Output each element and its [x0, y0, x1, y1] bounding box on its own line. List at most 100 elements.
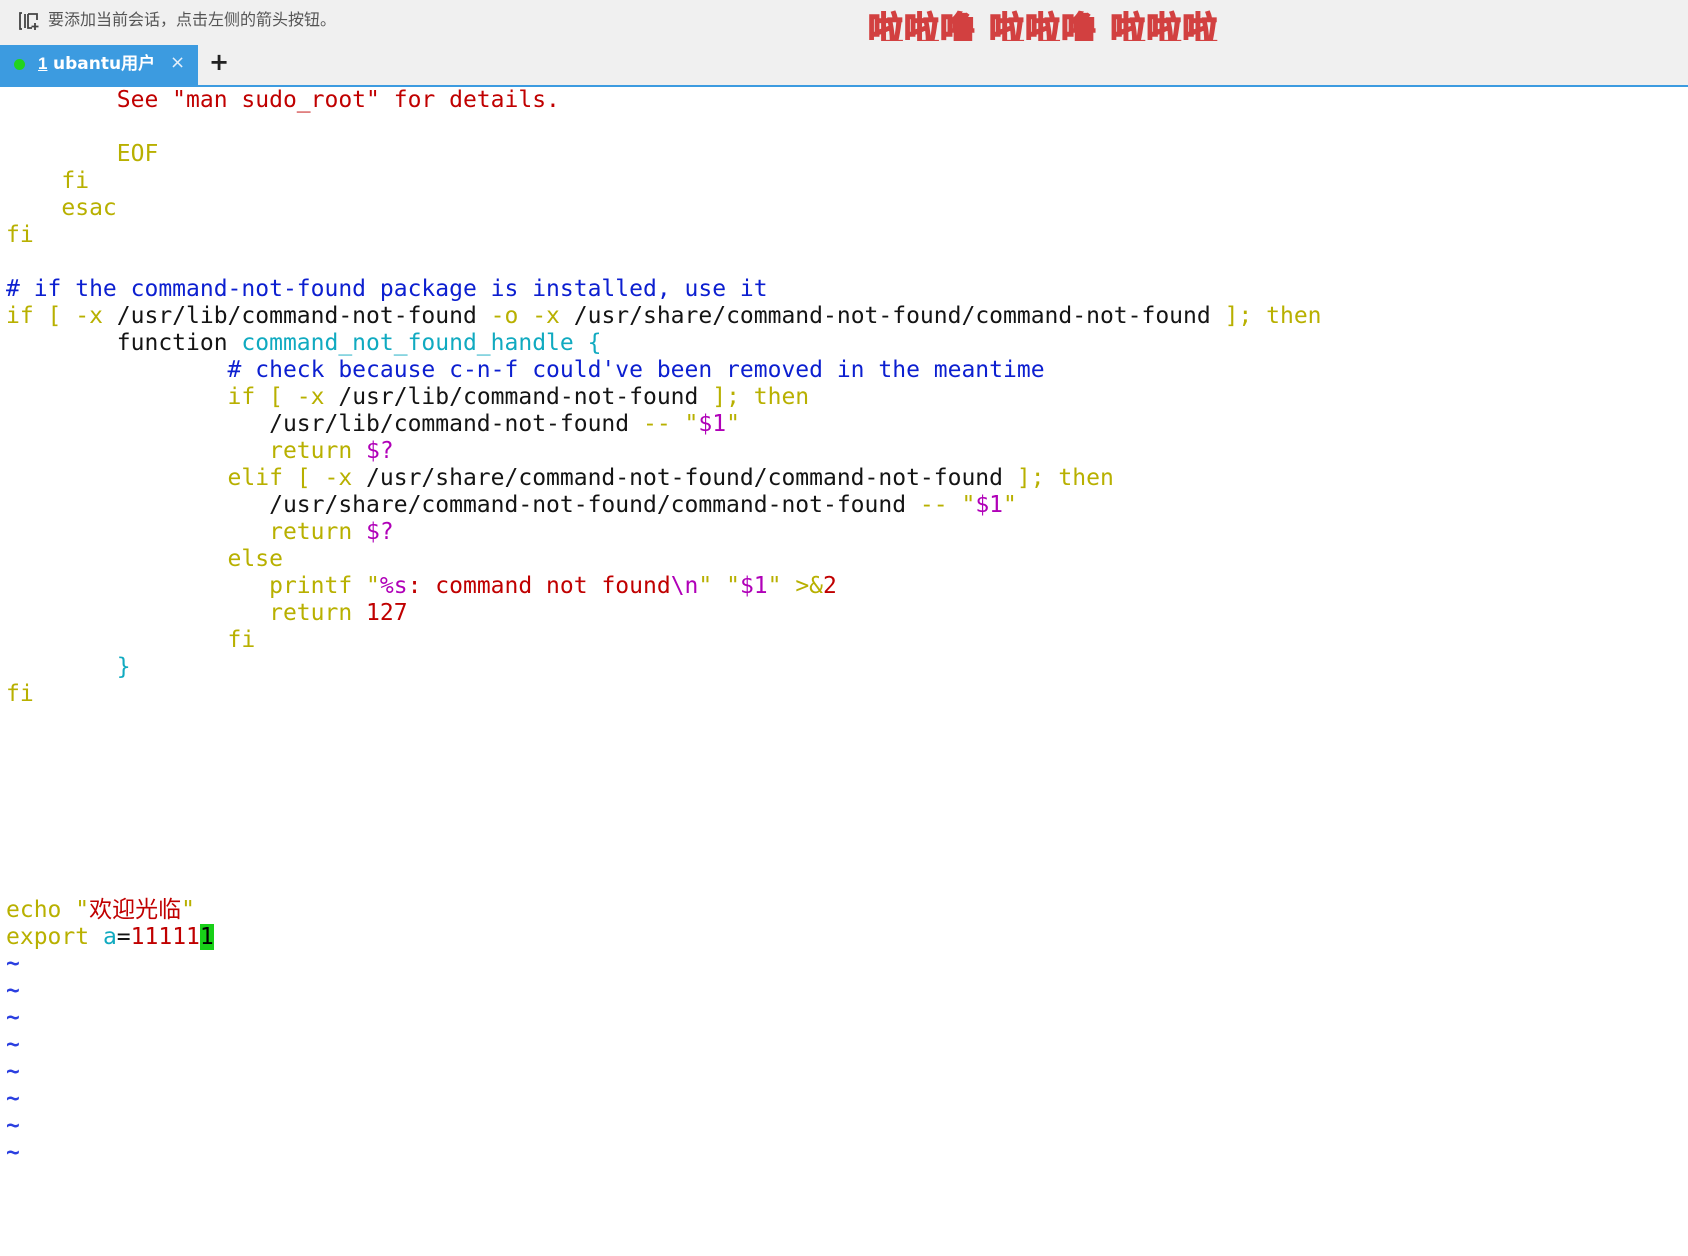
code-token: $1 — [698, 411, 727, 437]
editor-line: See "man sudo_root" for details. — [6, 86, 560, 115]
code-token: 2 — [823, 573, 837, 599]
code-token: else — [6, 546, 283, 572]
code-token: return — [6, 600, 367, 626]
editor-line: } — [6, 653, 131, 682]
code-token: echo " — [6, 897, 90, 923]
code-token: \n — [670, 573, 699, 599]
code-token: command_not_found_handle { — [241, 330, 602, 356]
editor-line: return 127 — [6, 599, 408, 628]
tab-label: ubantu用户 — [53, 54, 156, 74]
editor-line: echo "欢迎光临" — [6, 896, 195, 925]
code-token: return — [6, 438, 367, 464]
code-token: ~ — [6, 1140, 20, 1166]
editor-line: /usr/lib/command-not-found -- "$1" — [6, 410, 740, 439]
code-token: $1 — [739, 573, 768, 599]
code-token: $? — [366, 519, 394, 545]
code-token: ~ — [6, 951, 20, 977]
code-token: if [ -x — [6, 384, 339, 410]
editor-line: export a=111111 — [6, 923, 214, 952]
code-token: " — [181, 897, 195, 923]
editor-line: else — [6, 545, 283, 574]
code-token: " — [726, 411, 740, 437]
code-token: fi — [6, 222, 34, 248]
code-token: 欢迎光临 — [89, 897, 182, 923]
code-token: -- " — [919, 492, 976, 518]
editor-line: # check because c-n-f could've been remo… — [6, 356, 1045, 385]
code-token: /usr/share/command-not-found/command-not… — [6, 492, 920, 518]
editor-line: ~ — [6, 1112, 20, 1141]
code-token: a — [102, 924, 117, 950]
code-token: /usr/lib/command-not-found — [116, 303, 491, 329]
code-token: ]; then — [1224, 303, 1322, 329]
code-token: : command not found — [407, 573, 671, 599]
editor-line: fi — [6, 221, 34, 250]
session-hint-bar: 要添加当前会话，点击左侧的箭头按钮。 啦啦噜 啦啦噜 啦啦啦 — [0, 0, 1688, 52]
editor-line: esac — [6, 194, 117, 223]
editor-line: return $? — [6, 518, 394, 547]
code-token: /usr/share/command-not-found/command-not… — [366, 465, 1017, 491]
tab-close-icon[interactable]: × — [170, 52, 185, 74]
editor-line: fi — [6, 680, 34, 709]
code-token: ]; then — [712, 384, 810, 410]
editor-line: ~ — [6, 1085, 20, 1114]
editor-line: ~ — [6, 1139, 20, 1168]
code-token: } — [6, 654, 131, 680]
connection-status-dot — [14, 59, 25, 70]
code-token: /usr/lib/command-not-found — [6, 411, 643, 437]
code-token: ~ — [6, 978, 20, 1004]
editor-line: ~ — [6, 977, 20, 1006]
code-token: -- " — [642, 411, 699, 437]
code-token: if [ -x — [6, 303, 117, 329]
code-token: " " — [698, 573, 740, 599]
editor-line: EOF — [6, 140, 159, 169]
code-token: EOF — [6, 141, 159, 167]
code-token: return — [6, 519, 367, 545]
code-token: $? — [366, 438, 394, 464]
code-token: # if the command-not-found package is in… — [6, 276, 768, 302]
code-token: fi — [6, 681, 34, 707]
code-token: " — [1003, 492, 1017, 518]
code-token: function — [6, 330, 242, 356]
terminal-editor[interactable]: See "man sudo_root" for details. EOF fi … — [0, 87, 1688, 1256]
code-token: /usr/lib/command-not-found — [338, 384, 713, 410]
code-token: = — [116, 924, 131, 950]
editor-line: fi — [6, 626, 256, 655]
code-token: ~ — [6, 1086, 20, 1112]
editor-line: ~ — [6, 1004, 20, 1033]
code-token: " >& — [767, 573, 824, 599]
editor-line: ~ — [6, 1031, 20, 1060]
code-token: -o -x — [490, 303, 574, 329]
code-token: ~ — [6, 1005, 20, 1031]
tab-session-1[interactable]: 1 ubantu用户 × — [0, 45, 198, 85]
code-token: fi — [6, 168, 90, 194]
editor-line: if [ -x /usr/lib/command-not-found -o -x… — [6, 302, 1322, 331]
code-token: ~ — [6, 1059, 20, 1085]
code-token: esac — [6, 195, 117, 221]
code-token: export — [6, 924, 103, 950]
code-token: fi — [6, 627, 256, 653]
editor-line: /usr/share/command-not-found/command-not… — [6, 491, 1017, 520]
code-token: # check because c-n-f could've been remo… — [6, 357, 1045, 383]
editor-line: # if the command-not-found package is in… — [6, 275, 768, 304]
code-token: ~ — [6, 1113, 20, 1139]
code-token: /usr/share/command-not-found/command-not… — [573, 303, 1225, 329]
code-token: %s — [379, 573, 408, 599]
editor-line: printf "%s: command not found\n" "$1" >&… — [6, 572, 837, 601]
editor-line: ~ — [6, 950, 20, 979]
editor-line: if [ -x /usr/lib/command-not-found ]; th… — [6, 383, 810, 412]
text-cursor: 1 — [199, 924, 214, 950]
add-session-icon[interactable] — [18, 11, 40, 31]
new-tab-button[interactable]: + — [207, 47, 231, 77]
session-hint-text: 要添加当前会话，点击左侧的箭头按钮。 — [48, 10, 337, 29]
code-token: 11111 — [130, 924, 200, 950]
editor-line: return $? — [6, 437, 394, 466]
code-token: printf " — [6, 573, 380, 599]
code-token: 127 — [366, 600, 408, 626]
code-token: elif [ -x — [6, 465, 367, 491]
editor-line: ~ — [6, 1058, 20, 1087]
tab-strip: 1 ubantu用户 × + — [0, 41, 1688, 87]
code-token: ~ — [6, 1032, 20, 1058]
code-token: See "man sudo_root" for details. — [6, 87, 560, 113]
editor-line: function command_not_found_handle { — [6, 329, 602, 358]
tab-index: 1 — [38, 54, 48, 73]
